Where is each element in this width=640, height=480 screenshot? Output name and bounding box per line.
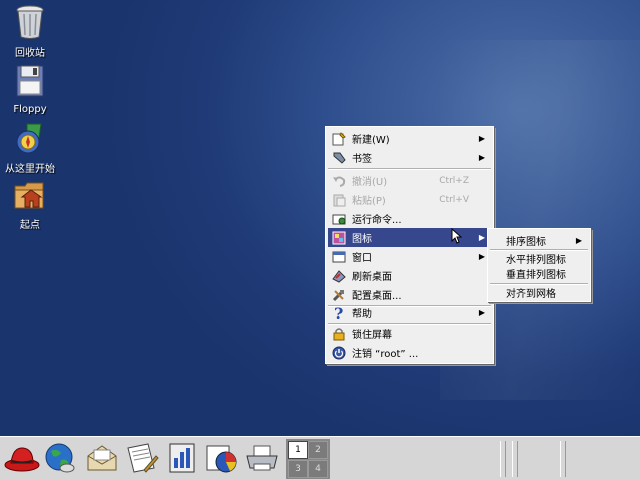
- mouse-pointer-icon: [451, 227, 463, 247]
- desktop-icon-label: 回收站: [15, 48, 45, 59]
- launcher-printer[interactable]: [242, 440, 282, 478]
- home-folder-icon: [13, 176, 47, 212]
- submenu-arrow-icon: ▶: [478, 233, 485, 242]
- workspace-1[interactable]: 1: [288, 441, 308, 459]
- menu-item-lock-screen[interactable]: 锁住屏幕: [328, 324, 491, 343]
- presentation-icon: [166, 442, 198, 477]
- desktop-icon-label: Floppy: [13, 104, 47, 115]
- web-browser-icon: [43, 442, 77, 477]
- run-command-icon: [330, 211, 348, 227]
- menu-item-configure-desktop[interactable]: 配置桌面...: [328, 285, 491, 304]
- submenu-arrow-icon: ▶: [478, 308, 485, 317]
- menu-item-windows[interactable]: 窗口 ▶: [328, 247, 491, 266]
- menu-item-paste[interactable]: 粘贴(P) Ctrl+V: [328, 190, 491, 209]
- floppy-icon: [13, 64, 47, 100]
- submenu-arrow-icon: ▶: [575, 236, 582, 245]
- submenu-item-align-to-grid[interactable]: 对齐到网格: [490, 283, 588, 302]
- logout-icon: [330, 345, 348, 361]
- submenu-arrow-icon: ▶: [478, 153, 485, 162]
- desktop-icon-label: 从这里开始: [5, 164, 55, 175]
- icons-icon: [330, 230, 348, 246]
- mail-icon: [84, 442, 120, 477]
- svg-text:?: ?: [334, 305, 343, 321]
- bookmark-icon: [330, 150, 348, 166]
- desktop-icon-floppy[interactable]: Floppy: [1, 64, 59, 115]
- spreadsheet-icon: [204, 442, 240, 477]
- menu-item-run-command[interactable]: 运行命令...: [328, 209, 491, 228]
- workspace-3[interactable]: 3: [288, 460, 308, 478]
- submenu-arrow-icon: ▶: [478, 252, 485, 261]
- redhat-menu-icon: [3, 443, 41, 476]
- menu-separator: [328, 168, 491, 170]
- desktop-icon-start-here[interactable]: 从这里开始: [1, 120, 59, 175]
- launcher-mail[interactable]: [82, 440, 122, 478]
- writer-icon: [124, 442, 160, 477]
- launcher-presentation[interactable]: [162, 440, 202, 478]
- workspace-pager: 1 2 3 4: [286, 439, 330, 479]
- menu-item-bookmarks[interactable]: 书签 ▶: [328, 148, 491, 167]
- paste-icon: [330, 192, 348, 208]
- menu-item-help[interactable]: ? 帮助 ▶: [328, 303, 491, 322]
- taskbar-grip[interactable]: [512, 441, 518, 477]
- submenu-arrow-icon: ▶: [478, 134, 485, 143]
- menu-item-logout[interactable]: 注销 “root” ...: [328, 343, 491, 362]
- menu-item-refresh-desktop[interactable]: 刷新桌面: [328, 266, 491, 285]
- menu-item-icons[interactable]: 图标 ▶: [328, 228, 491, 247]
- refresh-icon: [330, 268, 348, 284]
- trash-icon: [13, 4, 47, 40]
- lock-icon: [330, 326, 348, 342]
- menu-item-new[interactable]: 新建(W) ▶: [328, 129, 491, 148]
- windows-icon: [330, 249, 348, 265]
- workspace-4[interactable]: 4: [308, 460, 328, 478]
- configure-icon: [330, 287, 348, 303]
- printer-icon: [244, 442, 280, 477]
- launcher-writer[interactable]: [122, 440, 162, 478]
- desktop-icon-home[interactable]: 起点: [1, 176, 59, 231]
- menu-item-undo[interactable]: 撤消(U) Ctrl+Z: [328, 171, 491, 190]
- submenu-item-arrange-vertical[interactable]: 垂直排列图标: [490, 264, 588, 283]
- launcher-spreadsheet[interactable]: [202, 440, 242, 478]
- taskbar: 1 2 3 4: [0, 436, 640, 480]
- desktop-icon-trash[interactable]: 回收站: [1, 4, 59, 59]
- undo-icon: [330, 173, 348, 189]
- help-icon: ?: [330, 305, 348, 321]
- desktop-context-menu: 新建(W) ▶ 书签 ▶ 撤消(U) Ctrl+Z 粘贴(P) Ctrl+V 运…: [325, 126, 494, 364]
- start-here-icon: [13, 120, 47, 156]
- taskbar-grip[interactable]: [500, 441, 506, 477]
- icons-submenu: 排序图标 ▶ 水平排列图标 垂直排列图标 对齐到网格: [487, 228, 591, 302]
- workspace-2[interactable]: 2: [308, 441, 328, 459]
- launcher-web-browser[interactable]: [40, 440, 80, 478]
- taskbar-grip[interactable]: [560, 441, 566, 477]
- submenu-item-sort-icons[interactable]: 排序图标 ▶: [490, 231, 588, 250]
- new-icon: [330, 131, 348, 147]
- main-menu-button[interactable]: [2, 440, 42, 478]
- desktop-icon-label: 起点: [20, 220, 40, 231]
